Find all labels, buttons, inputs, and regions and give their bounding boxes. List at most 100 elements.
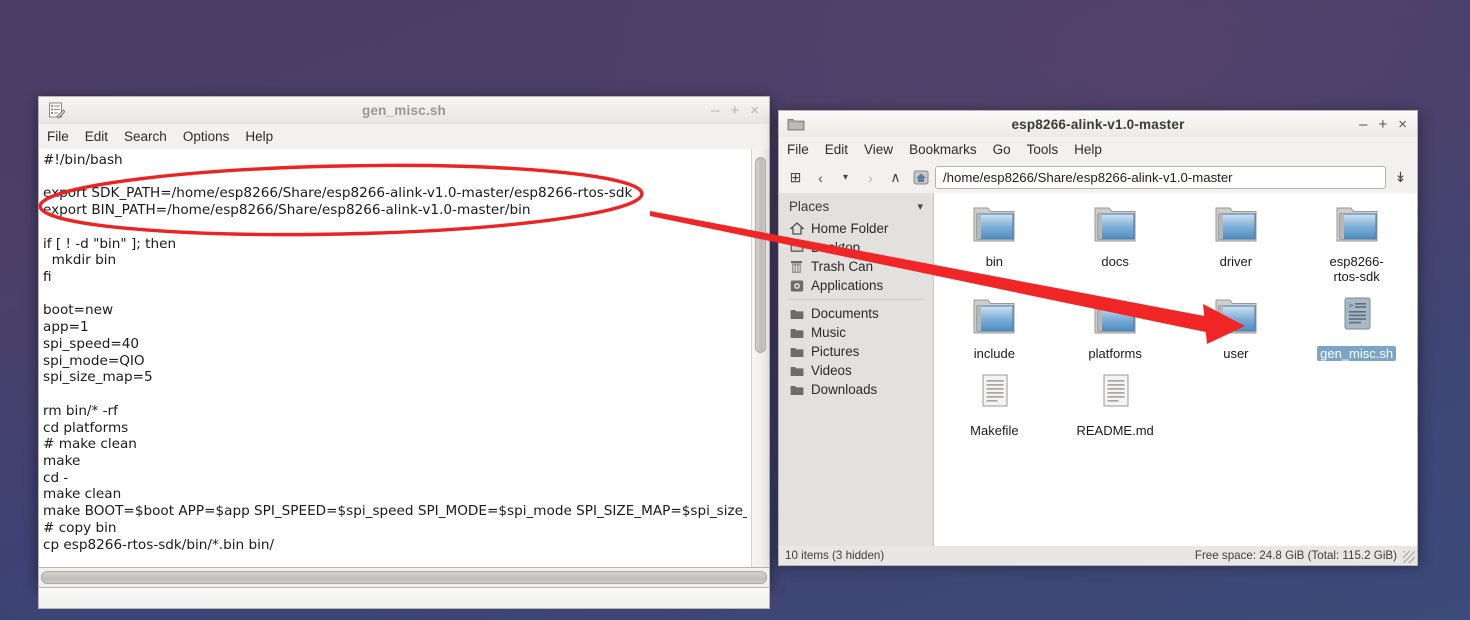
editor-menu-file[interactable]: File xyxy=(39,127,77,146)
document-icon xyxy=(972,372,1016,419)
editor-close-button[interactable]: × xyxy=(750,103,759,118)
svg-text:>: > xyxy=(1348,301,1353,310)
fm-menu-help[interactable]: Help xyxy=(1066,140,1110,159)
editor-horizontal-scrollbar[interactable] xyxy=(38,568,770,588)
filemanager-main: Places ▾ Home Folder Desktop Trash Can A… xyxy=(778,193,1418,546)
editor-window-buttons[interactable]: – + × xyxy=(711,103,769,118)
fm-menu-view[interactable]: View xyxy=(856,140,901,159)
filemanager-menubar: File Edit View Bookmarks Go Tools Help xyxy=(778,137,1418,162)
file-label: bin xyxy=(985,254,1004,269)
shell-script-icon: > xyxy=(1335,295,1379,342)
filemanager-statusbar: 10 items (3 hidden) Free space: 24.8 GiB… xyxy=(778,546,1418,566)
editor-text-area-container: #!/bin/bash export SDK_PATH=/home/esp826… xyxy=(38,149,770,568)
editor-vertical-scrollbar[interactable] xyxy=(751,149,769,567)
fm-menu-tools[interactable]: Tools xyxy=(1019,140,1067,159)
folder-icon xyxy=(970,295,1018,342)
sidebar-item-pictures[interactable]: Pictures xyxy=(779,342,933,361)
sidebar-label: Downloads xyxy=(811,382,878,397)
file-grid-pane[interactable]: bin docs driver esp8266-rtos-sdk include… xyxy=(934,193,1417,546)
file-label: platforms xyxy=(1088,346,1142,361)
file-item-gen-misc-sh[interactable]: > gen_misc.sh xyxy=(1296,295,1417,361)
editor-menu-edit[interactable]: Edit xyxy=(77,127,116,146)
editor-text-content[interactable]: #!/bin/bash export SDK_PATH=/home/esp826… xyxy=(43,152,747,553)
forward-icon[interactable]: › xyxy=(860,167,881,188)
places-header-label: Places xyxy=(789,199,830,214)
fm-menu-file[interactable]: File xyxy=(779,140,817,159)
filemanager-titlebar[interactable]: esp8266-alink-v1.0-master – + × xyxy=(778,110,1418,137)
back-icon[interactable]: ‹ xyxy=(810,167,831,188)
editor-minimize-button[interactable]: – xyxy=(711,103,719,118)
editor-menu-help[interactable]: Help xyxy=(237,127,281,146)
file-item-driver[interactable]: driver xyxy=(1176,203,1297,284)
text-editor-icon xyxy=(43,102,69,119)
sidebar-label: Music xyxy=(811,325,846,340)
sidebar-item-trash-can[interactable]: Trash Can xyxy=(779,257,933,276)
folder-icon xyxy=(1091,295,1139,342)
status-free-space: Free space: 24.8 GiB (Total: 115.2 GiB) xyxy=(1194,549,1397,562)
document-icon xyxy=(1093,372,1137,419)
fm-menu-bookmarks[interactable]: Bookmarks xyxy=(901,140,985,159)
editor-titlebar[interactable]: gen_misc.sh – + × xyxy=(38,96,770,124)
file-item-include[interactable]: include xyxy=(934,295,1055,361)
editor-menu-options[interactable]: Options xyxy=(175,127,238,146)
new-tab-icon[interactable]: ⊞ xyxy=(785,167,806,188)
file-label: docs xyxy=(1101,254,1129,269)
resize-grip[interactable] xyxy=(1403,551,1415,563)
path-text: /home/esp8266/Share/esp8266-alink-v1.0-m… xyxy=(943,170,1233,185)
sidebar-item-desktop[interactable]: Desktop xyxy=(779,238,933,257)
editor-menu-search[interactable]: Search xyxy=(116,127,175,146)
sidebar-item-music[interactable]: Music xyxy=(779,323,933,342)
editor-maximize-button[interactable]: + xyxy=(730,103,739,118)
sidebar-item-documents[interactable]: Documents xyxy=(779,304,933,323)
places-header[interactable]: Places ▾ xyxy=(779,197,933,219)
sidebar-item-applications[interactable]: Applications xyxy=(779,276,933,295)
status-item-count: 10 items (3 hidden) xyxy=(785,549,885,562)
path-bar[interactable]: /home/esp8266/Share/esp8266-alink-v1.0-m… xyxy=(935,166,1386,189)
editor-menubar: File Edit Search Options Help xyxy=(38,124,770,149)
fm-menu-edit[interactable]: Edit xyxy=(817,140,856,159)
file-item-makefile[interactable]: Makefile xyxy=(934,372,1055,438)
home-icon[interactable] xyxy=(910,167,931,188)
filemanager-toolbar: ⊞ ‹ ▾ › ∧ /home/esp8266/Share/esp8266-al… xyxy=(778,162,1418,193)
file-item-bin[interactable]: bin xyxy=(934,203,1055,284)
file-item-platforms[interactable]: platforms xyxy=(1055,295,1176,361)
filemanager-close-button[interactable]: × xyxy=(1398,117,1407,132)
file-item-docs[interactable]: docs xyxy=(1055,203,1176,284)
file-label: README.md xyxy=(1076,423,1154,438)
file-item-readme-md[interactable]: README.md xyxy=(1055,372,1176,438)
sidebar-item-videos[interactable]: Videos xyxy=(779,361,933,380)
folder-icon xyxy=(789,306,804,321)
filemanager-title: esp8266-alink-v1.0-master xyxy=(1011,116,1185,132)
file-label: include xyxy=(973,346,1015,361)
filemanager-maximize-button[interactable]: + xyxy=(1378,117,1387,132)
file-label: esp8266-rtos-sdk xyxy=(1329,254,1384,284)
path-dropdown-icon[interactable]: ↡ xyxy=(1390,167,1411,188)
folder-icon xyxy=(1333,203,1381,250)
places-sidebar: Places ▾ Home Folder Desktop Trash Can A… xyxy=(779,193,934,546)
up-icon[interactable]: ∧ xyxy=(885,167,906,188)
file-item-user[interactable]: user xyxy=(1176,295,1297,361)
file-item-esp8266-rtos-sdk[interactable]: esp8266-rtos-sdk xyxy=(1296,203,1417,284)
chevron-down-icon[interactable]: ▾ xyxy=(917,200,923,213)
sidebar-label: Documents xyxy=(811,306,879,321)
file-manager-window: esp8266-alink-v1.0-master – + × File Edi… xyxy=(778,110,1418,566)
editor-horizontal-scroll-thumb[interactable] xyxy=(41,571,767,584)
sidebar-label: Home Folder xyxy=(811,221,889,236)
fm-menu-go[interactable]: Go xyxy=(985,140,1019,159)
filemanager-window-buttons[interactable]: – + × xyxy=(1359,117,1417,132)
folder-icon xyxy=(789,363,804,378)
folder-icon xyxy=(789,344,804,359)
sidebar-label: Applications xyxy=(811,278,884,293)
chevron-down-icon[interactable]: ▾ xyxy=(835,167,856,188)
sidebar-label: Desktop xyxy=(811,240,861,255)
editor-vertical-scroll-thumb[interactable] xyxy=(755,157,766,353)
sidebar-item-downloads[interactable]: Downloads xyxy=(779,380,933,399)
folder-icon xyxy=(1212,203,1260,250)
filemanager-minimize-button[interactable]: – xyxy=(1359,117,1367,132)
folder-icon xyxy=(783,116,809,132)
editor-title: gen_misc.sh xyxy=(362,103,446,118)
applications-icon xyxy=(789,278,804,293)
sidebar-item-home-folder[interactable]: Home Folder xyxy=(779,219,933,238)
file-label: gen_misc.sh xyxy=(1317,346,1397,361)
folder-icon xyxy=(1091,203,1139,250)
